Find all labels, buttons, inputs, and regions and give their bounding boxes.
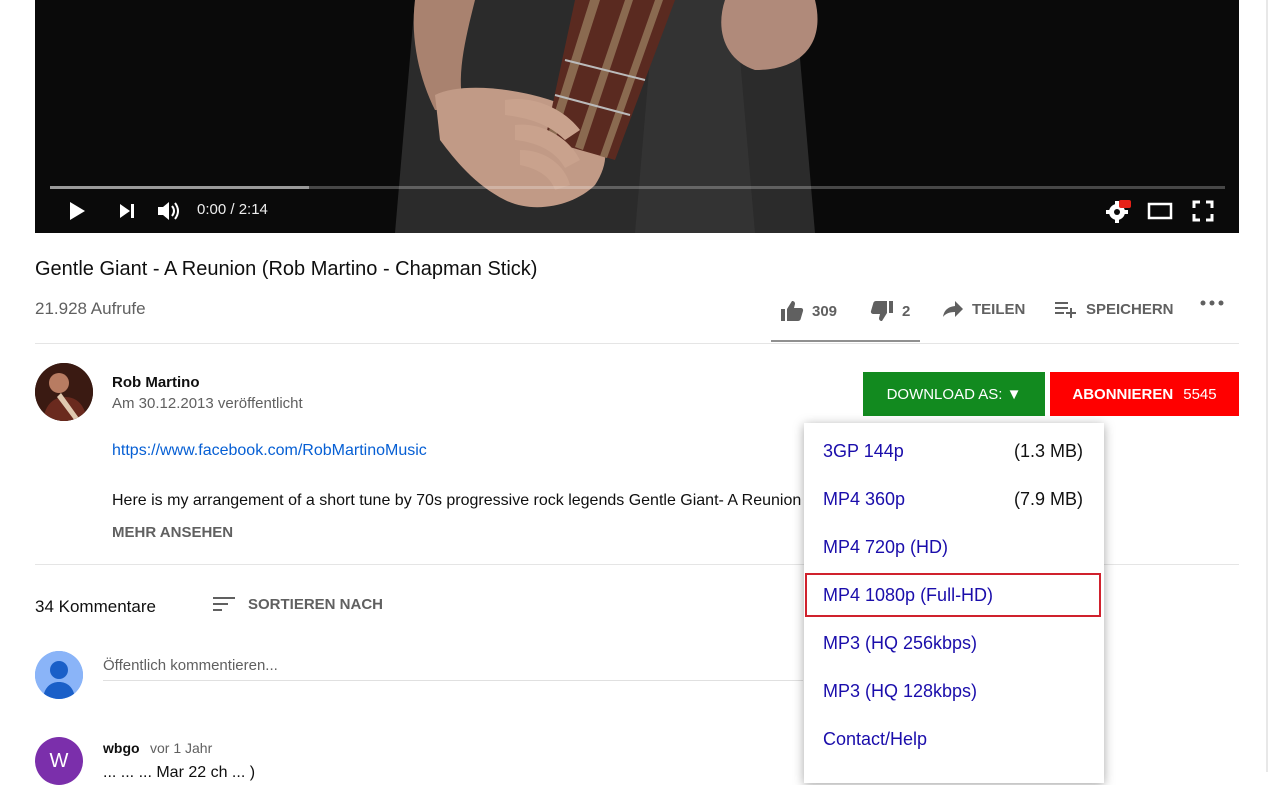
download-option-mp3-128[interactable]: MP3 (HQ 128kbps) <box>805 669 1101 713</box>
theater-mode-icon <box>1147 202 1173 220</box>
download-as-button[interactable]: DOWNLOAD AS: ▼ <box>863 372 1045 416</box>
dislike-count: 2 <box>902 302 911 320</box>
view-count: 21.928 Aufrufe <box>35 299 146 318</box>
download-option-label: MP3 (HQ 256kbps) <box>823 632 978 653</box>
download-option-mp4-1080p[interactable]: MP4 1080p (Full-HD) <box>805 573 1101 617</box>
download-option-mp4-720p[interactable]: MP4 720p (HD) <box>805 525 1101 569</box>
download-option-label: 3GP 144p <box>823 440 904 461</box>
channel-name[interactable]: Rob Martino <box>112 374 200 391</box>
channel-avatar[interactable] <box>35 363 93 421</box>
download-option-3gp-144p[interactable]: 3GP 144p (1.3 MB) <box>805 429 1101 473</box>
volume-icon <box>158 202 179 220</box>
comment-author-avatar[interactable]: W <box>35 737 83 785</box>
download-option-label: MP3 (HQ 128kbps) <box>823 680 978 701</box>
video-frame <box>35 0 1239 233</box>
divider-top <box>35 343 1239 344</box>
more-horizontal-icon <box>1200 300 1224 306</box>
save-label: SPEICHERN <box>1086 300 1174 318</box>
sort-button[interactable]: SORTIEREN NACH <box>212 595 383 613</box>
description-link[interactable]: https://www.facebook.com/RobMartinoMusic <box>112 442 427 460</box>
comment-timestamp[interactable]: vor 1 Jahr <box>150 740 212 756</box>
theater-mode-button[interactable] <box>1144 196 1176 226</box>
sort-label: SORTIEREN NACH <box>248 595 384 613</box>
like-count: 309 <box>812 302 838 320</box>
share-button[interactable]: TEILEN <box>942 300 1025 318</box>
download-dropdown: 3GP 144p (1.3 MB) MP4 360p (7.9 MB) MP4 … <box>804 423 1104 783</box>
gear-icon <box>1106 200 1131 223</box>
comment-text: ... ... ... Mar 22 ch ... ) <box>103 764 256 781</box>
channel-avatar-image <box>35 363 93 421</box>
time-display: 0:00 / 2:14 <box>197 201 268 218</box>
download-option-size: (1.3 MB) <box>1013 440 1083 461</box>
thumbs-up-icon <box>781 301 804 321</box>
sort-icon <box>213 597 235 611</box>
fullscreen-button[interactable] <box>1187 196 1219 226</box>
show-more-button[interactable]: MEHR ANSEHEN <box>112 524 233 541</box>
more-actions-button[interactable] <box>1200 300 1224 306</box>
sentiment-bar <box>771 340 920 342</box>
subscribe-button[interactable]: ABONNIEREN 5545 <box>1050 372 1239 416</box>
download-option-size: (7.9 MB) <box>1013 488 1083 509</box>
download-option-label: MP4 1080p (Full-HD) <box>823 584 994 605</box>
download-option-mp3-256[interactable]: MP3 (HQ 256kbps) <box>805 621 1101 665</box>
save-button[interactable]: SPEICHERN <box>1054 300 1174 318</box>
volume-button[interactable] <box>153 196 185 226</box>
share-icon <box>943 301 963 317</box>
video-player[interactable]: 0:00 / 2:14 <box>35 0 1239 233</box>
share-label: TEILEN <box>972 300 1026 318</box>
play-button[interactable] <box>63 196 91 226</box>
settings-button[interactable] <box>1103 196 1135 226</box>
download-option-label: MP4 360p <box>823 488 906 509</box>
playlist-add-icon <box>1055 302 1076 318</box>
thumbs-down-icon <box>870 301 893 321</box>
video-title: Gentle Giant - A Reunion (Rob Martino - … <box>35 258 538 280</box>
fullscreen-icon <box>1192 200 1214 222</box>
description-text: Here is my arrangement of a short tune b… <box>112 492 802 509</box>
comment-count: 34 Kommentare <box>35 597 156 616</box>
progress-bar[interactable] <box>50 186 1225 189</box>
contact-help-link[interactable]: Contact/Help <box>805 717 1101 761</box>
download-option-mp4-360p[interactable]: MP4 360p (7.9 MB) <box>805 477 1101 521</box>
subscribe-label: ABONNIEREN <box>1072 385 1174 403</box>
like-button[interactable]: 309 <box>780 300 837 322</box>
user-icon <box>35 651 83 699</box>
next-button[interactable] <box>113 196 141 226</box>
comment-author[interactable]: wbgo <box>103 740 140 756</box>
subscriber-count: 5545 <box>1183 385 1217 403</box>
current-user-avatar <box>35 651 83 699</box>
download-option-label: Contact/Help <box>823 728 928 749</box>
dislike-button[interactable]: 2 <box>870 300 910 322</box>
play-icon <box>70 202 85 220</box>
next-icon <box>120 204 134 218</box>
comment-input[interactable] <box>103 650 803 681</box>
download-option-label: MP4 720p (HD) <box>823 536 949 557</box>
publish-date: Am 30.12.2013 veröffentlicht <box>112 395 303 412</box>
buffer-fill <box>50 186 309 189</box>
